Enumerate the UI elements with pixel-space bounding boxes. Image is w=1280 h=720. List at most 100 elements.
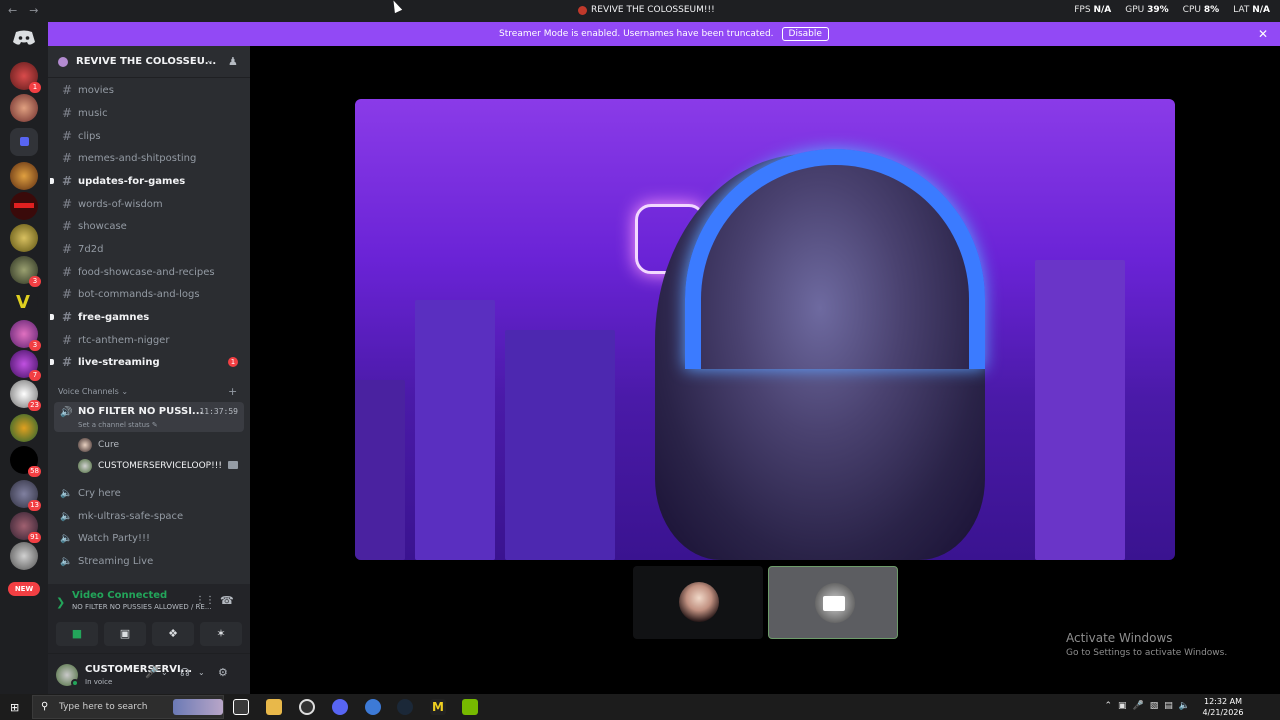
channel-words-of-wisdom[interactable]: # words-of-wisdom bbox=[54, 194, 244, 214]
mention-badge: 1 bbox=[29, 82, 41, 93]
nvidia-icon[interactable] bbox=[462, 699, 478, 715]
server-icon-rtc[interactable]: 1 bbox=[10, 62, 41, 93]
add-channel-icon[interactable]: + bbox=[228, 385, 237, 398]
tray-app-icon[interactable]: ▧ bbox=[1150, 701, 1159, 711]
voice-channel-cry-here[interactable]: 🔈 Cry here bbox=[54, 483, 244, 503]
obs-icon[interactable] bbox=[299, 699, 315, 715]
channel-clips[interactable]: # clips bbox=[54, 126, 244, 146]
gpu-stat: GPU 39% bbox=[1125, 5, 1169, 15]
hash-icon: # bbox=[61, 129, 73, 143]
username[interactable]: CUSTOMERSERVI... bbox=[85, 664, 192, 675]
channel-music[interactable]: # music bbox=[54, 103, 244, 123]
server-icon[interactable]: 3 bbox=[10, 320, 41, 351]
channel-live-streaming[interactable]: # live-streaming 1 bbox=[50, 352, 244, 372]
hash-icon: # bbox=[61, 83, 73, 97]
hash-icon: # bbox=[61, 174, 73, 188]
forward-arrow-icon[interactable]: → bbox=[29, 4, 38, 17]
activities-button[interactable]: ❖ bbox=[152, 622, 194, 646]
participant-tile-cure[interactable] bbox=[633, 566, 763, 639]
voice-channels-category[interactable]: Voice Channels ⌄ bbox=[58, 387, 128, 396]
banner-text: Streamer Mode is enabled. Usernames have… bbox=[499, 29, 774, 39]
hash-icon: # bbox=[61, 219, 73, 233]
task-view-icon[interactable] bbox=[233, 699, 249, 715]
discord-logo-icon[interactable] bbox=[12, 30, 36, 46]
hash-icon: # bbox=[61, 355, 73, 369]
taskbar-search-box[interactable]: ⚲ Type here to search bbox=[32, 695, 224, 719]
active-voice-channel[interactable]: 🔊 NO FILTER NO PUSSI... 11:37:59 Set a c… bbox=[54, 402, 244, 432]
screen-share-button[interactable]: ▣ bbox=[104, 622, 146, 646]
chevron-down-icon[interactable]: ⌄ bbox=[206, 56, 214, 66]
close-icon[interactable]: ✕ bbox=[1258, 27, 1268, 41]
channel-7d2d[interactable]: #7d2d bbox=[54, 239, 244, 259]
chevron-down-icon[interactable]: ⌄ bbox=[161, 668, 168, 677]
tray-app-icon[interactable]: ▣ bbox=[1118, 701, 1127, 711]
steam-icon[interactable] bbox=[397, 699, 413, 715]
server-icon-v[interactable]: V bbox=[10, 288, 38, 316]
microphone-icon[interactable]: 🎤 bbox=[1133, 701, 1144, 711]
hash-icon: # bbox=[61, 333, 73, 347]
fps-stat: FPS N/A bbox=[1074, 5, 1112, 15]
server-icon[interactable] bbox=[10, 224, 38, 252]
discord-taskbar-icon[interactable] bbox=[332, 699, 348, 715]
network-icon[interactable]: ▤ bbox=[1164, 701, 1173, 711]
voice-channel-watch-party[interactable]: 🔈 Watch Party!!! bbox=[54, 528, 244, 548]
voice-user-self[interactable]: CUSTOMERSERVICELOOP!!! bbox=[78, 457, 238, 475]
server-folder-icon[interactable] bbox=[10, 128, 38, 156]
voice-channel-mk-ultras[interactable]: 🔈 mk-ultras-safe-space bbox=[54, 506, 244, 526]
back-arrow-icon[interactable]: ← bbox=[8, 4, 17, 17]
server-icon[interactable]: 58 bbox=[10, 446, 41, 477]
voice-user-cure[interactable]: Cure bbox=[78, 436, 119, 454]
windows-start-icon[interactable]: ⊞ bbox=[10, 701, 19, 714]
settings-gear-icon[interactable]: ⚙ bbox=[218, 666, 228, 679]
headphones-icon[interactable]: ☊ bbox=[180, 666, 190, 679]
channel-movies[interactable]: # movies bbox=[54, 80, 244, 100]
server-icon[interactable]: 23 bbox=[10, 380, 41, 411]
channel-free-gamnes[interactable]: # free-gamnes bbox=[50, 307, 244, 327]
speaker-icon: 🔈 bbox=[60, 532, 73, 544]
channel-rtc-anthem[interactable]: # rtc-anthem-nigger bbox=[54, 330, 244, 350]
server-icon[interactable]: 91 bbox=[10, 512, 41, 543]
signal-icon[interactable]: ❯ bbox=[56, 596, 65, 609]
call-timer: 11:37:59 bbox=[199, 407, 238, 416]
channel-showcase[interactable]: # showcase bbox=[54, 216, 244, 236]
channel-memes-and-shitposting[interactable]: # memes-and-shitposting bbox=[54, 148, 244, 168]
streamer-mode-banner: Streamer Mode is enabled. Usernames have… bbox=[48, 22, 1280, 46]
disable-streamer-mode-button[interactable]: Disable bbox=[781, 27, 829, 41]
channel-bot-commands-and-logs[interactable]: # bot-commands-and-logs bbox=[54, 284, 244, 304]
video-background bbox=[415, 300, 495, 560]
unread-indicator bbox=[50, 314, 54, 320]
system-clock[interactable]: 12:32 AM 4/21/2026 bbox=[1200, 696, 1246, 718]
server-icon[interactable]: 3 bbox=[10, 256, 41, 287]
app-m-icon[interactable]: M bbox=[430, 699, 446, 715]
soundboard-button[interactable]: ✶ bbox=[200, 622, 242, 646]
server-icon[interactable] bbox=[10, 192, 38, 220]
connection-status[interactable]: Video Connected bbox=[72, 590, 167, 601]
server-icon[interactable]: 13 bbox=[10, 480, 41, 511]
invite-people-icon[interactable]: ♟ bbox=[228, 55, 238, 68]
disconnect-icon[interactable]: ☎ bbox=[220, 594, 234, 607]
unread-indicator bbox=[50, 178, 54, 184]
voice-channel-streaming-live[interactable]: 🔈 Streaming Live bbox=[54, 551, 244, 571]
chevron-up-icon[interactable]: ⌃ bbox=[1104, 701, 1112, 711]
server-header[interactable]: REVIVE THE COLOSSEU... ⌄ ♟ bbox=[48, 46, 250, 78]
chevron-down-icon[interactable]: ⌄ bbox=[198, 668, 205, 677]
main-video-stream[interactable] bbox=[355, 99, 1175, 560]
connection-channel[interactable]: NO FILTER NO PUSSIES ALLOWED / RE... bbox=[72, 603, 212, 611]
server-icon[interactable] bbox=[10, 542, 38, 570]
server-icon[interactable]: 7 bbox=[10, 350, 41, 381]
browser-icon[interactable] bbox=[365, 699, 381, 715]
volume-icon[interactable]: 🔈 bbox=[1179, 701, 1190, 711]
microphone-icon[interactable]: 🎤 bbox=[145, 666, 159, 679]
participant-tile-self[interactable] bbox=[768, 566, 898, 639]
noise-suppression-icon[interactable]: ⋮⋮ bbox=[195, 595, 215, 606]
server-icon[interactable] bbox=[10, 414, 38, 442]
call-stage: Activate Windows Go to Settings to activ… bbox=[250, 46, 1280, 694]
new-badge: NEW bbox=[8, 582, 40, 596]
channel-updates-for-games[interactable]: # updates-for-games bbox=[50, 171, 244, 191]
camera-button[interactable]: ■ bbox=[56, 622, 98, 646]
channel-status-link[interactable]: Set a channel status ✎ bbox=[78, 421, 158, 429]
channel-food-showcase-and-recipes[interactable]: # food-showcase-and-recipes bbox=[54, 262, 244, 282]
server-icon[interactable] bbox=[10, 162, 38, 190]
server-icon[interactable] bbox=[10, 94, 38, 122]
file-explorer-icon[interactable] bbox=[266, 699, 282, 715]
